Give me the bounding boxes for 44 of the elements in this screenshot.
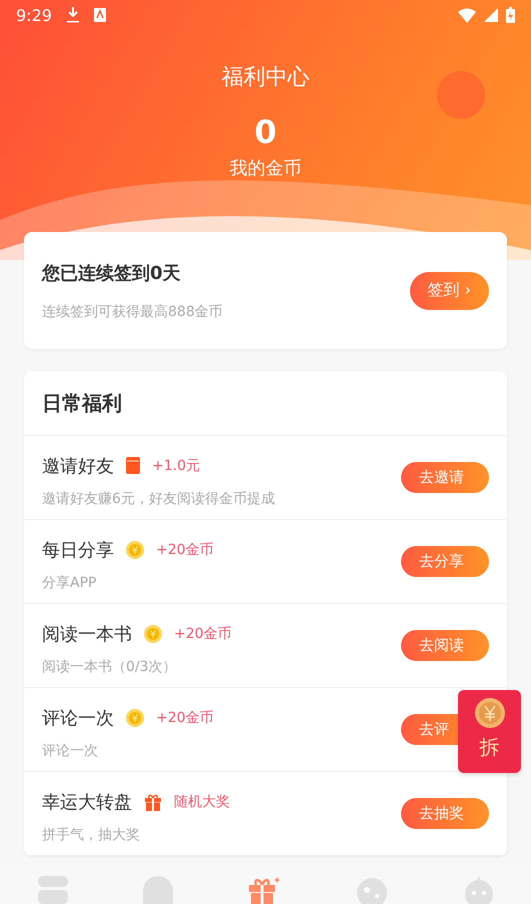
task-description: 分享APP xyxy=(42,574,98,592)
task-name: 幸运大转盘 xyxy=(42,790,132,814)
task-reward: +1.0元 xyxy=(152,456,200,474)
planet-icon[interactable] xyxy=(354,876,388,904)
coin-count: 0 xyxy=(254,114,277,150)
task-description: 邀请好友赚6元，好友阅读得金币提成 xyxy=(42,490,276,508)
task-name: 每日分享 xyxy=(42,538,114,562)
section-title: 日常福利 xyxy=(24,371,507,436)
checkin-title: 您已连续签到0天 xyxy=(42,262,182,284)
page-title: 福利中心 xyxy=(220,64,310,92)
coin-icon xyxy=(474,698,504,728)
task-button[interactable]: 去邀请 xyxy=(401,462,489,493)
envelope-popup[interactable]: 拆 xyxy=(458,690,521,773)
books-icon[interactable] xyxy=(38,876,68,904)
app-notification-icon xyxy=(94,8,106,22)
battery-icon xyxy=(506,7,515,23)
task-name: 邀请好友 xyxy=(42,454,114,478)
wifi-icon xyxy=(458,8,476,22)
decor-circle xyxy=(437,71,485,119)
task-name: 阅读一本书 xyxy=(42,622,132,646)
gift-icon[interactable] xyxy=(248,876,280,904)
task-description: 评论一次 xyxy=(42,742,99,760)
task-name: 评论一次 xyxy=(42,706,114,730)
signal-icon xyxy=(484,8,498,22)
task-reward: +20金币 xyxy=(174,624,232,642)
coin-icon xyxy=(144,624,162,642)
coin-icon xyxy=(126,540,144,558)
coin-icon xyxy=(126,708,144,726)
task-description: 拼手气，抽大奖 xyxy=(42,826,141,844)
envelope-icon xyxy=(126,457,140,474)
coin-label: 我的金币 xyxy=(230,157,302,180)
task-button[interactable]: 去分享 xyxy=(401,546,489,577)
task-description: 阅读一本书（0/3次） xyxy=(42,658,178,676)
robot-icon[interactable] xyxy=(464,876,494,904)
task-reward: 随机大奖 xyxy=(174,792,230,810)
download-icon xyxy=(66,7,80,23)
task-button[interactable]: 去抽奖 xyxy=(401,798,489,829)
gift-icon xyxy=(144,792,162,810)
status-time: 9:29 xyxy=(16,6,52,24)
task-button[interactable]: 去阅读 xyxy=(401,630,489,661)
checkin-subtitle: 连续签到可获得最高888金币 xyxy=(42,302,224,320)
task-reward: +20金币 xyxy=(156,708,214,726)
checkin-button[interactable]: 签到 › xyxy=(410,272,489,310)
task-reward: +20金币 xyxy=(156,540,214,558)
